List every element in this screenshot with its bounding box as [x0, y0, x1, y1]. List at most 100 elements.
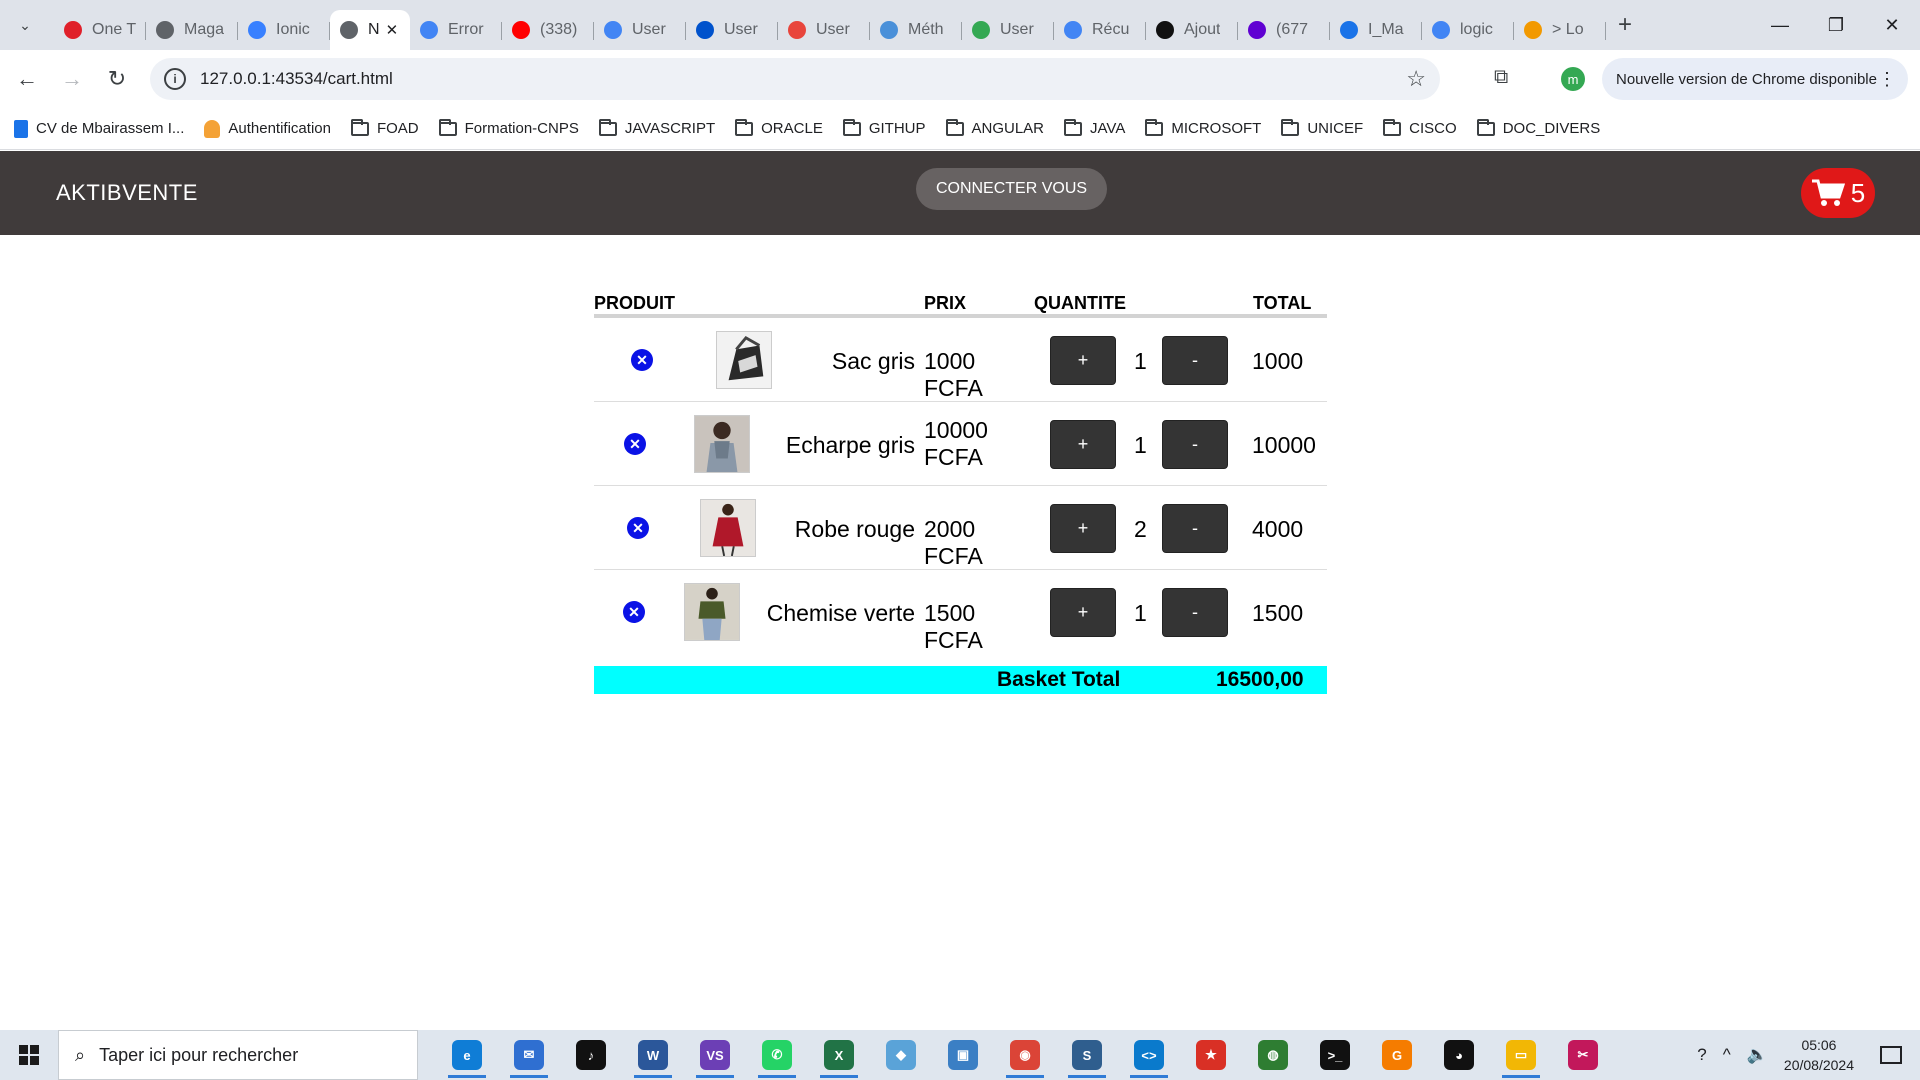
- taskbar-app[interactable]: ◍: [1242, 1030, 1304, 1080]
- browser-tab[interactable]: > Lo: [1514, 10, 1606, 50]
- close-window-button[interactable]: ✕: [1864, 0, 1920, 50]
- taskbar-app[interactable]: ✂: [1552, 1030, 1614, 1080]
- taskbar-app[interactable]: >_: [1304, 1030, 1366, 1080]
- bookmark-item[interactable]: ANGULAR: [945, 118, 1044, 137]
- bookmark-item[interactable]: JAVASCRIPT: [598, 118, 715, 137]
- bookmark-item[interactable]: GITHUP: [842, 118, 926, 137]
- more-menu-icon[interactable]: ⋮: [1878, 69, 1896, 90]
- taskbar-app[interactable]: ◕: [1428, 1030, 1490, 1080]
- browser-tab[interactable]: logic: [1422, 10, 1514, 50]
- reload-button[interactable]: ↻: [99, 61, 135, 97]
- tab-label: (338): [540, 21, 578, 38]
- taskbar-app[interactable]: ▭: [1490, 1030, 1552, 1080]
- bookmark-item[interactable]: JAVA: [1064, 118, 1125, 137]
- decrease-quantity-button[interactable]: -: [1162, 588, 1228, 637]
- site-info-icon[interactable]: i: [164, 68, 186, 90]
- volume-icon[interactable]: 🔈: [1747, 1045, 1768, 1065]
- remove-item-button[interactable]: ✕: [627, 517, 649, 539]
- start-button[interactable]: [0, 1030, 58, 1080]
- bookmark-item[interactable]: UNICEF: [1281, 118, 1363, 137]
- taskbar-app[interactable]: ◆: [870, 1030, 932, 1080]
- cart-row: ✕ Echarpe gris 10000 FCFA + 1 - 10000: [594, 402, 1327, 486]
- taskbar-app[interactable]: VS: [684, 1030, 746, 1080]
- bookmark-item[interactable]: CV de Mbairassem I...: [14, 119, 184, 138]
- increase-quantity-button[interactable]: +: [1050, 336, 1116, 385]
- taskbar-app[interactable]: <>: [1118, 1030, 1180, 1080]
- eraser-icon: ◆: [886, 1040, 916, 1070]
- notification-icon[interactable]: [1880, 1046, 1902, 1064]
- browser-tab[interactable]: Error: [410, 10, 502, 50]
- taskbar-app[interactable]: ▣: [932, 1030, 994, 1080]
- browser-tab[interactable]: User: [686, 10, 778, 50]
- profile-avatar[interactable]: m: [1561, 67, 1585, 91]
- browser-tab[interactable]: N ✕: [330, 10, 410, 50]
- bookmark-star-icon[interactable]: ☆: [1406, 66, 1426, 92]
- tiktok-icon: ♪: [576, 1040, 606, 1070]
- mail-icon: ✉: [514, 1040, 544, 1070]
- back-button[interactable]: ←: [9, 61, 45, 97]
- product-name: Chemise verte: [766, 600, 915, 626]
- extensions-icon[interactable]: ⧉: [1494, 66, 1508, 89]
- browser-tab[interactable]: Maga: [146, 10, 238, 50]
- taskbar-search[interactable]: ⌕ Taper ici pour rechercher: [58, 1030, 418, 1080]
- taskbar-app[interactable]: W: [622, 1030, 684, 1080]
- ring-icon: [880, 21, 898, 39]
- taskbar-app[interactable]: X: [808, 1030, 870, 1080]
- bookmark-item[interactable]: Formation-CNPS: [438, 118, 579, 137]
- taskbar-app[interactable]: e: [436, 1030, 498, 1080]
- taskbar-app[interactable]: ★: [1180, 1030, 1242, 1080]
- bookmark-item[interactable]: CISCO: [1383, 118, 1457, 137]
- clock[interactable]: 05:06 20/08/2024: [1784, 1035, 1854, 1075]
- taskbar-app[interactable]: ✉: [498, 1030, 560, 1080]
- close-tab-icon[interactable]: ✕: [386, 21, 399, 39]
- browser-tab[interactable]: Récu: [1054, 10, 1146, 50]
- taskbar-app[interactable]: ✆: [746, 1030, 808, 1080]
- folder-icon: [438, 118, 457, 136]
- help-icon[interactable]: ?: [1697, 1045, 1706, 1065]
- remove-item-button[interactable]: ✕: [623, 601, 645, 623]
- bookmark-item[interactable]: ORACLE: [735, 118, 823, 137]
- decrease-quantity-button[interactable]: -: [1162, 420, 1228, 469]
- remove-item-button[interactable]: ✕: [631, 349, 653, 371]
- browser-tab[interactable]: (338): [502, 10, 594, 50]
- new-tab-button[interactable]: +: [1618, 11, 1632, 39]
- taskbar-app[interactable]: G: [1366, 1030, 1428, 1080]
- taskbar-app[interactable]: ♪: [560, 1030, 622, 1080]
- restore-button[interactable]: ❐: [1808, 0, 1864, 50]
- increase-quantity-button[interactable]: +: [1050, 588, 1116, 637]
- chevron-up-icon[interactable]: ^: [1723, 1045, 1731, 1065]
- minimize-button[interactable]: —: [1752, 0, 1808, 50]
- browser-tab[interactable]: Ionic: [238, 10, 330, 50]
- terminal-icon: >_: [1320, 1040, 1350, 1070]
- forward-button[interactable]: →: [54, 61, 90, 97]
- browser-tab[interactable]: I_Ma: [1330, 10, 1422, 50]
- close-icon: ✕: [629, 435, 641, 452]
- browser-tab[interactable]: User: [962, 10, 1054, 50]
- bookmark-item[interactable]: MICROSOFT: [1145, 118, 1261, 137]
- chrome-update-button[interactable]: Nouvelle version de Chrome disponible ⋮: [1602, 58, 1908, 100]
- address-bar[interactable]: i 127.0.0.1:43534/cart.html ☆: [150, 58, 1440, 100]
- bookmark-item[interactable]: Authentification: [204, 119, 331, 138]
- browser-tab[interactable]: Méth: [870, 10, 962, 50]
- brand-logo[interactable]: AKTIBVENTE: [56, 180, 198, 206]
- cart-button[interactable]: 5: [1801, 168, 1875, 218]
- taskbar-app[interactable]: ◉: [994, 1030, 1056, 1080]
- decrease-quantity-button[interactable]: -: [1162, 504, 1228, 553]
- bookmark-item[interactable]: DOC_DIVERS: [1476, 118, 1600, 137]
- increase-quantity-button[interactable]: +: [1050, 504, 1116, 553]
- login-button[interactable]: CONNECTER VOUS: [916, 168, 1107, 210]
- bookmark-label: Formation-CNPS: [464, 120, 579, 137]
- browser-tab[interactable]: (677: [1238, 10, 1330, 50]
- browser-tab[interactable]: One T: [54, 10, 146, 50]
- taskbar-app[interactable]: S: [1056, 1030, 1118, 1080]
- browser-tab[interactable]: User: [778, 10, 870, 50]
- chrome-icon: ◉: [1010, 1040, 1040, 1070]
- decrease-quantity-button[interactable]: -: [1162, 336, 1228, 385]
- increase-quantity-button[interactable]: +: [1050, 420, 1116, 469]
- browser-tab[interactable]: User: [594, 10, 686, 50]
- remove-item-button[interactable]: ✕: [624, 433, 646, 455]
- bookmark-item[interactable]: FOAD: [350, 118, 419, 137]
- url-text[interactable]: 127.0.0.1:43534/cart.html: [200, 69, 393, 89]
- browser-tab[interactable]: Ajout: [1146, 10, 1238, 50]
- tab-search-button[interactable]: ⌄: [8, 8, 42, 42]
